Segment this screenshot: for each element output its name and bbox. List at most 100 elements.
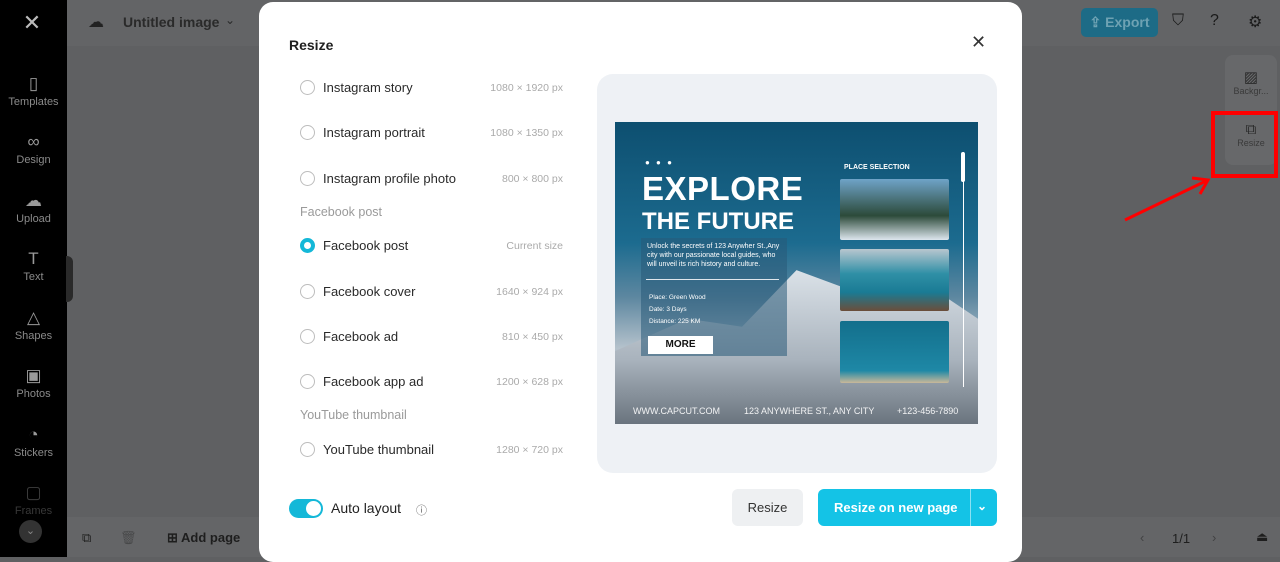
option-instagram-portrait[interactable]: Instagram portrait 1080 × 1350 px <box>300 122 563 144</box>
auto-layout-label: Auto layout <box>331 500 402 516</box>
photos-icon: ▣ <box>25 366 42 385</box>
cloud-sync-icon[interactable]: ☁ <box>88 12 104 32</box>
chevron-down-icon[interactable]: ⌄ <box>225 13 235 27</box>
sidebar-item-upload[interactable]: ☁ Upload <box>0 191 67 225</box>
lock-icon[interactable]: ⏏ <box>1256 529 1268 545</box>
page-indicator: 1/1 <box>1172 531 1191 546</box>
poster-line-accent <box>961 152 965 182</box>
radio[interactable] <box>300 125 315 140</box>
poster-more-button: MORE <box>648 336 713 354</box>
option-youtube-thumbnail[interactable]: YouTube thumbnail 1280 × 720 px <box>300 439 563 461</box>
add-page-label: Add page <box>181 530 241 545</box>
poster-date: Date: 3 Days <box>649 306 687 313</box>
chevron-down-icon[interactable]: ⌄ <box>977 499 987 513</box>
option-label: YouTube thumbnail <box>323 442 435 457</box>
option-size: Current size <box>506 240 563 252</box>
radio[interactable] <box>300 374 315 389</box>
option-size: 1280 × 720 px <box>496 444 563 456</box>
group-label: YouTube thumbnail <box>300 408 407 422</box>
radio[interactable] <box>300 284 315 299</box>
modal-title: Resize <box>289 37 334 53</box>
frames-icon: ▢ <box>25 483 42 502</box>
sidebar-item-stickers[interactable]: ◔ Stickers <box>0 425 67 459</box>
stickers-icon: ◔ <box>28 425 39 444</box>
upload-icon: ☁ <box>25 191 42 210</box>
sidebar-item-label: Text <box>23 271 44 283</box>
poster-website: WWW.CAPCUT.COM <box>633 406 720 416</box>
duplicate-page-icon[interactable]: ⧉ <box>82 530 91 546</box>
option-label: Facebook post <box>323 238 409 253</box>
lake-photo <box>840 249 949 311</box>
radio[interactable] <box>300 171 315 186</box>
close-icon[interactable]: ✕ <box>971 32 986 53</box>
sidebar: ✕ ▯ Templates ∞ Design ☁ Upload T Text △ Shap… <box>0 0 67 557</box>
delete-icon[interactable]: 🗑 <box>120 530 137 546</box>
poster-phone: +123-456-7890 <box>897 406 959 416</box>
capcut-logo-icon[interactable]: ✕ <box>18 10 46 35</box>
option-size: 1640 × 924 px <box>496 286 563 298</box>
document-title[interactable]: Untitled image <box>123 14 219 30</box>
sidebar-collapse-handle[interactable] <box>66 256 73 302</box>
shield-icon[interactable]: ⛉ <box>1172 12 1184 30</box>
prev-page-icon[interactable]: ‹ <box>1140 530 1144 545</box>
forest-photo <box>840 179 949 240</box>
option-facebook-ad[interactable]: Facebook ad 810 × 450 px <box>300 326 563 348</box>
option-label: Instagram portrait <box>323 125 425 140</box>
poster-address: 123 ANYWHERE ST., ANY CITY <box>744 406 875 416</box>
option-facebook-post[interactable]: Facebook post Current size <box>300 235 563 257</box>
design-preview: ● ● ● EXPLORE THE FUTURE Unlock the secr… <box>615 122 978 424</box>
export-button[interactable]: ⇪ Export <box>1081 8 1158 37</box>
poster-subheading: THE FUTURE <box>642 208 794 235</box>
option-label: Instagram story <box>323 80 413 95</box>
sidebar-item-label: Templates <box>8 96 59 108</box>
background-label: Backgr... <box>1233 86 1269 96</box>
shapes-icon: △ <box>26 308 41 327</box>
export-label: Export <box>1105 14 1150 30</box>
poster-description: Unlock the secrets of 123 Anywher St.,An… <box>647 243 780 268</box>
option-size: 800 × 800 px <box>501 173 563 185</box>
option-size: 810 × 450 px <box>501 331 563 343</box>
settings-icon[interactable]: ⚙ <box>1248 12 1262 32</box>
option-label: Facebook ad <box>323 329 399 344</box>
radio[interactable] <box>300 80 315 95</box>
radio[interactable] <box>300 442 315 457</box>
option-instagram-story[interactable]: Instagram story 1080 × 1920 px <box>300 77 563 99</box>
sidebar-item-label: Upload <box>16 213 51 225</box>
sidebar-more-button[interactable]: ⌄ <box>19 520 42 543</box>
sidebar-item-label: Stickers <box>13 447 54 459</box>
group-label: Facebook post <box>300 205 382 219</box>
poster-line <box>963 152 964 387</box>
sidebar-item-frames[interactable]: ▢ Frames <box>0 483 67 517</box>
background-button[interactable]: ▨ Backgr... <box>1225 68 1277 96</box>
templates-icon: ▯ <box>28 74 39 93</box>
sidebar-item-text[interactable]: T Text <box>0 249 67 283</box>
sidebar-item-templates[interactable]: ▯ Templates <box>0 74 67 108</box>
poster-dots: ● ● ● <box>645 158 674 167</box>
add-page-button[interactable]: ⊞ Add page <box>167 530 240 546</box>
resize-modal: Resize ✕ Instagram story 1080 × 1920 px I… <box>259 2 1022 562</box>
option-facebook-cover[interactable]: Facebook cover 1640 × 924 px <box>300 281 563 303</box>
option-instagram-profile-photo[interactable]: Instagram profile photo 800 × 800 px <box>300 168 563 190</box>
sidebar-item-label: Photos <box>16 388 51 400</box>
resize-on-new-page-button[interactable]: Resize on new page ⌄ <box>818 489 997 526</box>
next-page-icon[interactable]: › <box>1212 530 1216 545</box>
option-size: 1080 × 1350 px <box>490 127 563 139</box>
sidebar-item-label: Design <box>16 154 51 166</box>
option-size: 1200 × 628 px <box>496 376 563 388</box>
option-label: Instagram profile photo <box>323 171 456 186</box>
sidebar-item-label: Shapes <box>14 330 53 342</box>
help-icon[interactable]: ? <box>1210 12 1219 30</box>
sidebar-item-photos[interactable]: ▣ Photos <box>0 366 67 400</box>
resize-button[interactable]: Resize <box>732 489 803 526</box>
radio[interactable] <box>300 329 315 344</box>
option-facebook-app-ad[interactable]: Facebook app ad 1200 × 628 px <box>300 371 563 393</box>
design-icon: ∞ <box>27 132 40 151</box>
info-icon[interactable]: ⓘ <box>416 502 427 518</box>
option-label: Facebook app ad <box>323 374 424 389</box>
sidebar-item-design[interactable]: ∞ Design <box>0 132 67 166</box>
poster-distance: Distance: 225 KM <box>649 318 701 325</box>
auto-layout-toggle[interactable] <box>289 499 323 518</box>
sidebar-item-shapes[interactable]: △ Shapes <box>0 308 67 342</box>
radio-selected[interactable] <box>300 238 315 253</box>
tower-photo <box>840 321 949 383</box>
